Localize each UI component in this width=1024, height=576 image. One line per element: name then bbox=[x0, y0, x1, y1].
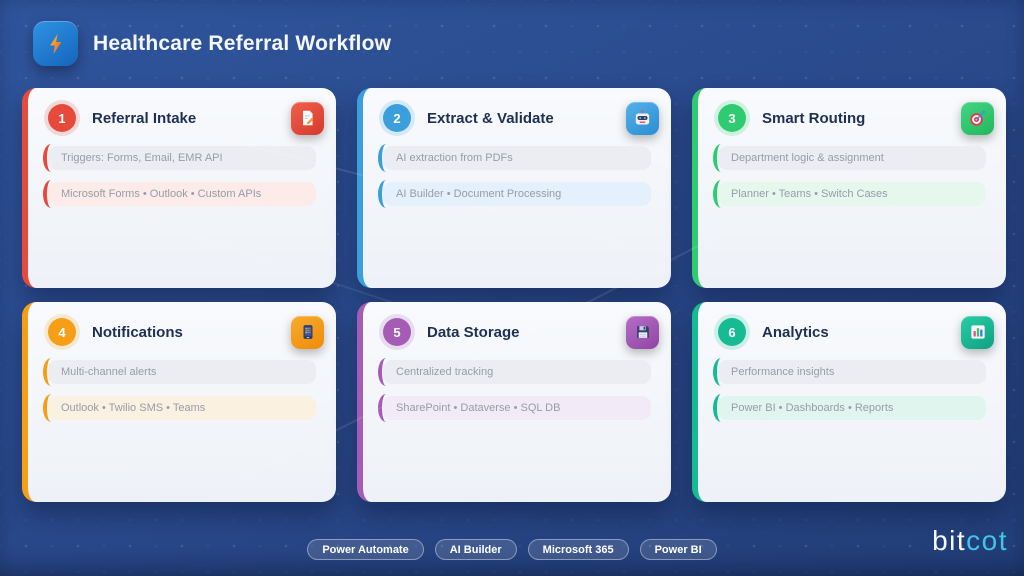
logo-text-cot: cot bbox=[966, 525, 1008, 556]
step-number-badge: 2 bbox=[383, 104, 411, 132]
card-title: Smart Routing bbox=[762, 110, 961, 127]
document-pencil-icon bbox=[291, 102, 324, 135]
tools-text: Power BI • Dashboards • Reports bbox=[731, 402, 893, 414]
card-tools-row: Microsoft Forms • Outlook • Custom APIs bbox=[48, 182, 316, 206]
card-tools-row: AI Builder • Document Processing bbox=[383, 182, 651, 206]
card-detail-row: Triggers: Forms, Email, EMR API bbox=[48, 146, 316, 170]
card-header: 4 Notifications bbox=[28, 302, 336, 348]
bar-chart-icon bbox=[961, 316, 994, 349]
card-title: Data Storage bbox=[427, 324, 626, 341]
mobile-phone-icon bbox=[291, 316, 324, 349]
card-extract-validate: 2 Extract & Validate AI extraction from … bbox=[357, 88, 671, 288]
card-notifications: 4 Notifications Multi bbox=[22, 302, 336, 502]
workflow-card-grid: 1 Referral Intake Triggers: Forms, Email… bbox=[22, 88, 1006, 502]
card-analytics: 6 Analytics Performance insights Power B… bbox=[692, 302, 1006, 502]
card-header: 2 Extract & Validate bbox=[363, 88, 671, 134]
page-title: Healthcare Referral Workflow bbox=[93, 32, 391, 56]
detail-text: Performance insights bbox=[731, 366, 834, 378]
step-number-badge: 1 bbox=[48, 104, 76, 132]
card-detail-row: Department logic & assignment bbox=[718, 146, 986, 170]
target-dart-icon bbox=[961, 102, 994, 135]
card-tools-row: SharePoint • Dataverse • SQL DB bbox=[383, 396, 651, 420]
card-title: Referral Intake bbox=[92, 110, 291, 127]
tools-text: SharePoint • Dataverse • SQL DB bbox=[396, 402, 560, 414]
badge-power-automate: Power Automate bbox=[307, 539, 423, 560]
card-title: Analytics bbox=[762, 324, 961, 341]
step-number-badge: 5 bbox=[383, 318, 411, 346]
card-referral-intake: 1 Referral Intake Triggers: Forms, Email… bbox=[22, 88, 336, 288]
card-tools-row: Outlook • Twilio SMS • Teams bbox=[48, 396, 316, 420]
detail-text: Centralized tracking bbox=[396, 366, 493, 378]
card-detail-row: Multi-channel alerts bbox=[48, 360, 316, 384]
card-detail-row: Performance insights bbox=[718, 360, 986, 384]
card-header: 6 Analytics bbox=[698, 302, 1006, 348]
robot-icon bbox=[626, 102, 659, 135]
card-tools-row: Planner • Teams • Switch Cases bbox=[718, 182, 986, 206]
card-title: Extract & Validate bbox=[427, 110, 626, 127]
step-number-badge: 6 bbox=[718, 318, 746, 346]
badge-ai-builder: AI Builder bbox=[435, 539, 517, 560]
lightning-bolt-icon bbox=[33, 21, 78, 66]
header: Healthcare Referral Workflow bbox=[33, 21, 391, 66]
card-smart-routing: 3 Smart Routing Department logic & assig… bbox=[692, 88, 1006, 288]
tools-text: AI Builder • Document Processing bbox=[396, 188, 561, 200]
technology-badges: Power Automate AI Builder Microsoft 365 … bbox=[0, 539, 1024, 560]
floppy-disk-icon bbox=[626, 316, 659, 349]
tools-text: Microsoft Forms • Outlook • Custom APIs bbox=[61, 188, 261, 200]
card-title: Notifications bbox=[92, 324, 291, 341]
card-data-storage: 5 Data Storage Centralized tracking Shar… bbox=[357, 302, 671, 502]
card-tools-row: Power BI • Dashboards • Reports bbox=[718, 396, 986, 420]
badge-microsoft-365: Microsoft 365 bbox=[528, 539, 629, 560]
step-number-badge: 4 bbox=[48, 318, 76, 346]
detail-text: Department logic & assignment bbox=[731, 152, 884, 164]
card-header: 3 Smart Routing bbox=[698, 88, 1006, 134]
card-detail-row: AI extraction from PDFs bbox=[383, 146, 651, 170]
step-number-badge: 3 bbox=[718, 104, 746, 132]
tools-text: Planner • Teams • Switch Cases bbox=[731, 188, 888, 200]
card-detail-row: Centralized tracking bbox=[383, 360, 651, 384]
detail-text: Triggers: Forms, Email, EMR API bbox=[61, 152, 223, 164]
detail-text: AI extraction from PDFs bbox=[396, 152, 513, 164]
detail-text: Multi-channel alerts bbox=[61, 366, 156, 378]
bitcot-logo: bitcot bbox=[932, 525, 1008, 557]
logo-text-bit: bit bbox=[932, 525, 966, 556]
tools-text: Outlook • Twilio SMS • Teams bbox=[61, 402, 205, 414]
card-header: 1 Referral Intake bbox=[28, 88, 336, 134]
badge-power-bi: Power BI bbox=[640, 539, 717, 560]
card-header: 5 Data Storage bbox=[363, 302, 671, 348]
